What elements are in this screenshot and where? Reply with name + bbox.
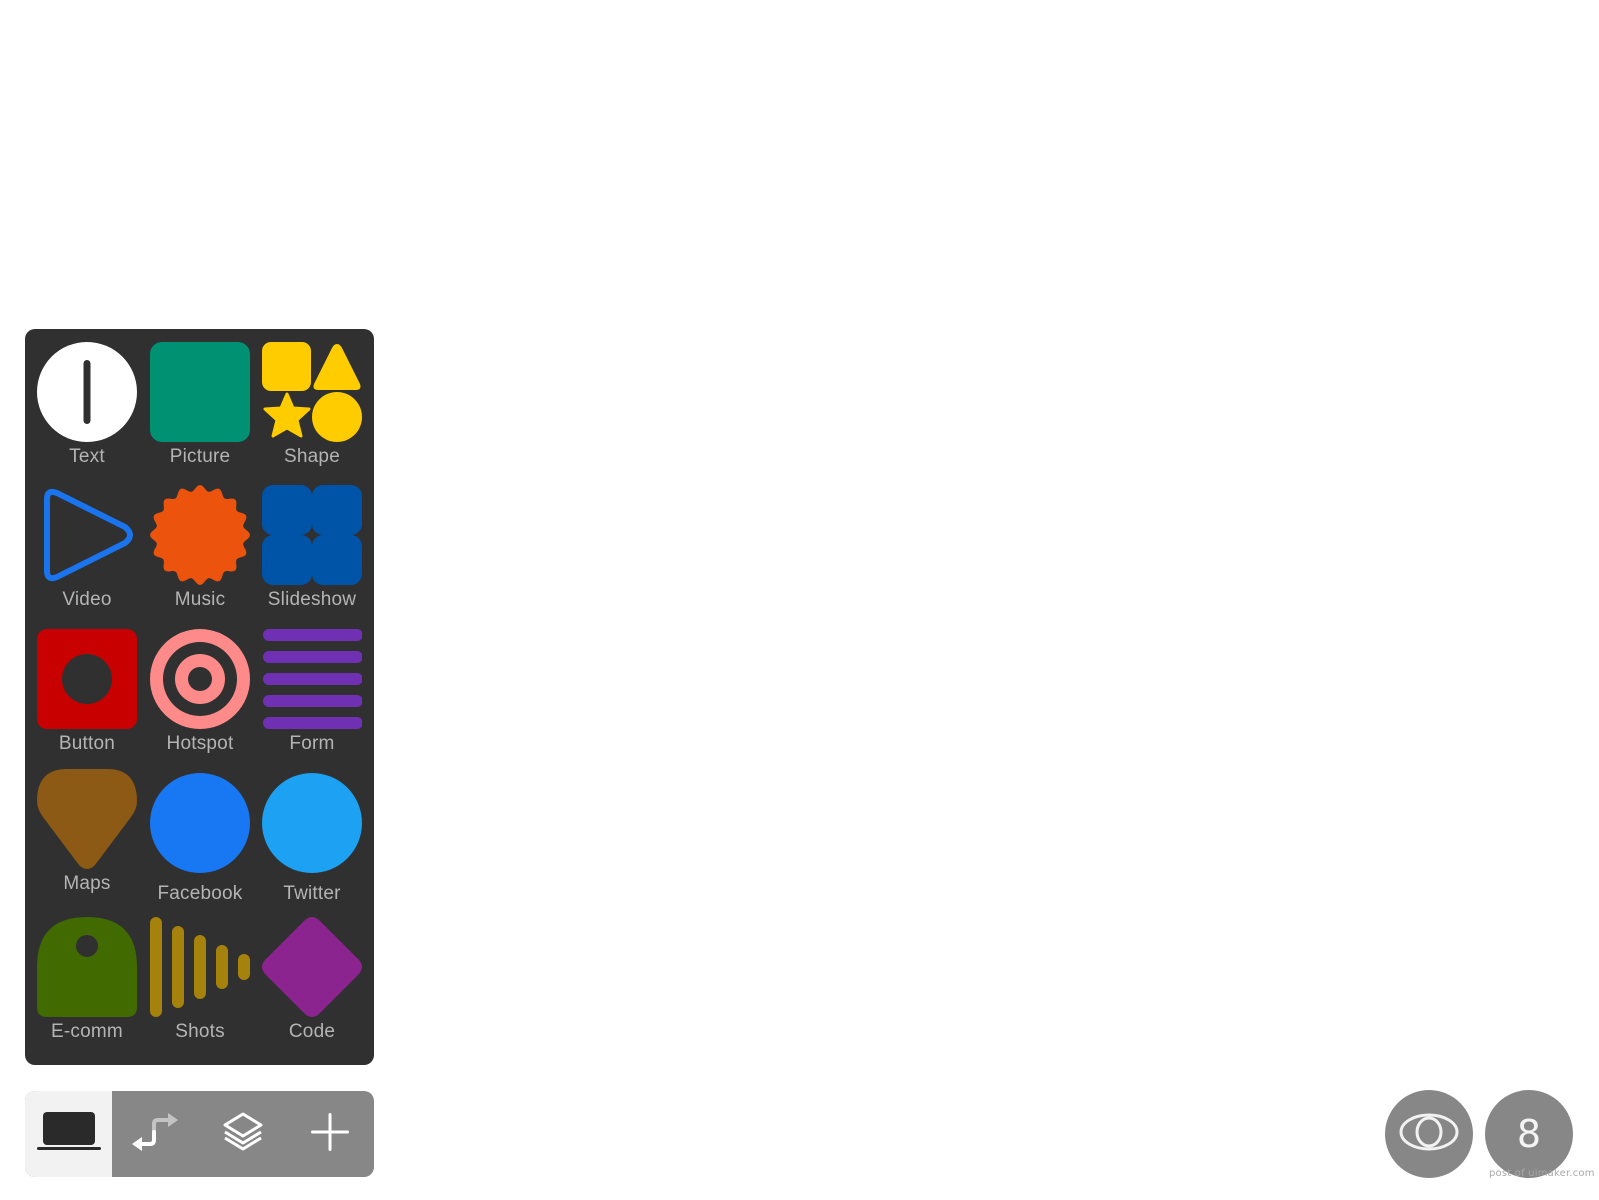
picture-icon <box>150 342 250 442</box>
tile-label: E-comm <box>51 1021 123 1042</box>
insert-picture-tile[interactable]: Picture <box>144 329 256 473</box>
tile-label: Hotspot <box>166 733 234 754</box>
insert-code-tile[interactable]: Code <box>256 904 368 1048</box>
insert-facebook-tile[interactable]: Facebook <box>144 760 256 904</box>
insert-button-tile[interactable]: Button <box>31 616 143 760</box>
bottom-toolbar <box>25 1091 374 1177</box>
page-count: 8 <box>1516 1112 1542 1156</box>
tile-label: Form <box>289 733 335 754</box>
insert-slideshow-tile[interactable]: Slideshow <box>256 472 368 616</box>
insert-form-tile[interactable]: Form <box>256 616 368 760</box>
insert-music-tile[interactable]: Music <box>144 472 256 616</box>
plus-icon <box>310 1112 350 1157</box>
layers-button[interactable] <box>199 1091 286 1177</box>
insert-twitter-tile[interactable]: Twitter <box>256 760 368 904</box>
form-lines-icon <box>262 629 362 729</box>
tile-label: Music <box>174 589 226 610</box>
shapes-icon <box>262 342 362 442</box>
tile-label: Code <box>288 1021 336 1042</box>
tile-label: Text <box>69 446 105 467</box>
flow-button[interactable] <box>112 1091 199 1177</box>
tile-label: Shots <box>175 1021 225 1042</box>
button-icon <box>37 629 137 729</box>
insert-panel: Text Picture Shape Video Music Slideshow… <box>25 329 374 1065</box>
insert-ecomm-tile[interactable]: E-comm <box>31 904 143 1048</box>
insert-video-tile[interactable]: Video <box>31 472 143 616</box>
tile-label: Button <box>58 733 116 754</box>
slideshow-icon <box>262 485 362 585</box>
tile-label: Facebook <box>157 883 243 904</box>
tile-label: Slideshow <box>267 589 357 610</box>
target-icon <box>150 629 250 729</box>
twitter-circle-icon <box>262 773 362 873</box>
sound-bars-icon <box>150 917 250 1017</box>
eye-icon <box>1399 1112 1459 1157</box>
map-pin-icon <box>37 769 137 869</box>
tile-label: Picture <box>169 446 231 467</box>
tile-label: Video <box>62 589 112 610</box>
insert-shape-tile[interactable]: Shape <box>256 329 368 473</box>
page-count-button[interactable]: 8 <box>1485 1090 1573 1178</box>
watermark: post of uimaker.com <box>1489 1168 1595 1179</box>
add-button[interactable] <box>286 1091 374 1177</box>
preview-button[interactable] <box>1385 1090 1473 1178</box>
insert-maps-tile[interactable]: Maps <box>31 756 143 900</box>
laptop-icon <box>36 1111 101 1157</box>
link-flow-icon <box>130 1112 182 1157</box>
tile-label: Twitter <box>283 883 341 904</box>
insert-hotspot-tile[interactable]: Hotspot <box>144 616 256 760</box>
play-icon <box>37 485 137 585</box>
layers-icon <box>221 1110 265 1159</box>
price-tag-icon <box>37 917 137 1017</box>
badge-icon <box>150 485 250 585</box>
tile-label: Shape <box>284 446 340 467</box>
insert-text-tile[interactable]: Text <box>31 329 143 473</box>
diamond-icon <box>262 917 362 1017</box>
tile-label: Maps <box>63 873 111 894</box>
text-cursor-icon <box>37 342 137 442</box>
device-button[interactable] <box>25 1091 112 1177</box>
facebook-circle-icon <box>150 773 250 873</box>
insert-shots-tile[interactable]: Shots <box>144 904 256 1048</box>
